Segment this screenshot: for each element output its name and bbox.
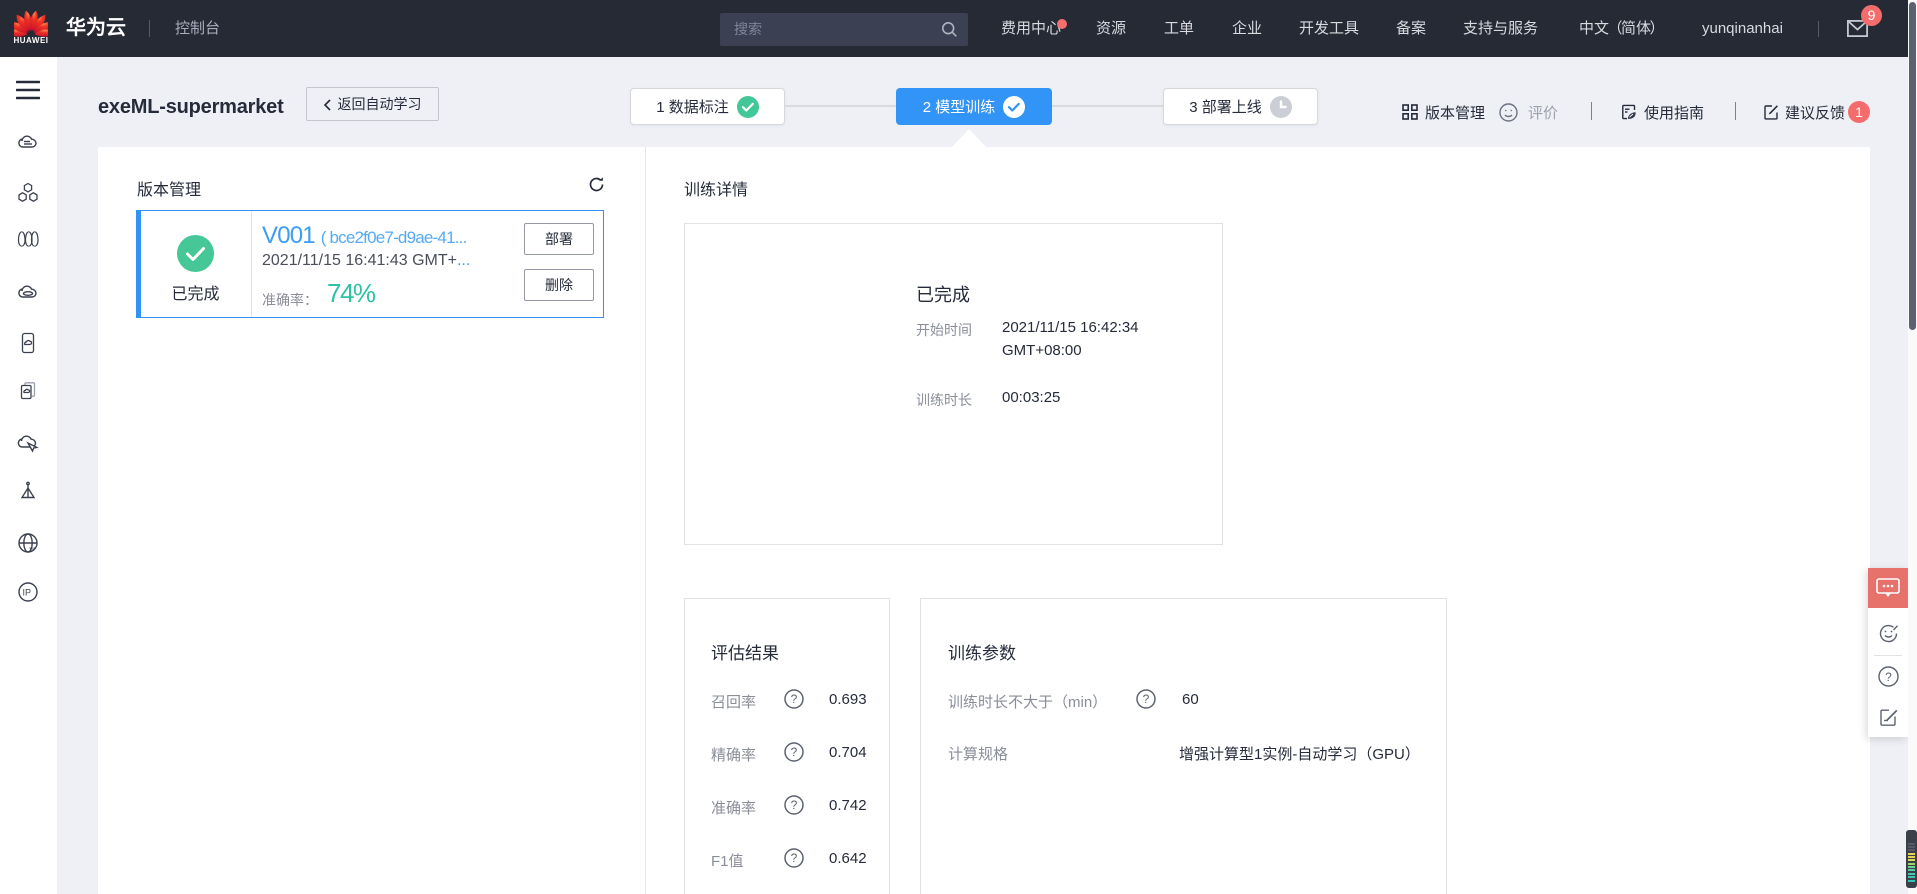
svg-text:?: ? [1885,670,1892,684]
svg-text:?: ? [791,692,798,706]
svg-text:w: w [29,546,36,553]
svg-text:?: ? [791,798,798,812]
svg-text:?: ? [791,851,798,865]
svg-text:?: ? [1143,692,1150,706]
svg-text:IP: IP [23,588,32,598]
svg-text:?: ? [791,745,798,759]
